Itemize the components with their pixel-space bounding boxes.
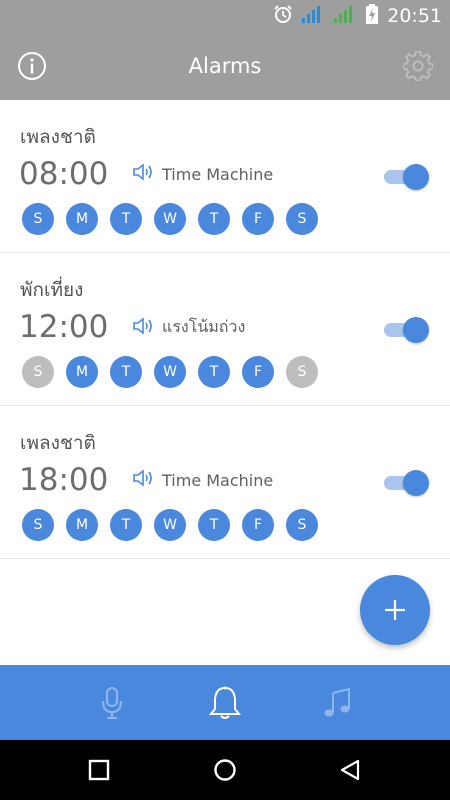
signal-icon [301,4,325,28]
nav-item-bell[interactable] [195,665,255,740]
nav-item-music[interactable] [308,665,368,740]
recent-apps-button[interactable] [69,740,129,800]
square-icon [88,759,110,781]
alarm-toggle[interactable] [384,317,429,343]
day-button[interactable]: M [66,509,98,541]
alarm-sound[interactable]: Time Machine [132,162,273,186]
day-button[interactable]: S [22,356,54,388]
day-button[interactable]: F [242,203,274,235]
day-button[interactable]: T [110,203,142,235]
day-button[interactable]: S [286,203,318,235]
day-button[interactable]: M [66,356,98,388]
alarm-list: เพลงชาติ 08:00 Time Machine S M T W T F … [0,100,450,559]
day-button[interactable]: S [22,203,54,235]
signal-icon [333,4,357,28]
back-triangle-icon [340,759,360,781]
day-button[interactable]: W [154,509,186,541]
status-time: 20:51 [387,5,442,27]
gear-icon[interactable] [402,50,434,83]
app-bar: Alarms [0,32,450,100]
day-button[interactable]: T [198,203,230,235]
alarm-sound[interactable]: Time Machine [132,468,273,492]
alarm-name: พักเที่ยง [20,279,84,301]
nav-item-microphone[interactable] [82,665,142,740]
sound-label: แรงโน้มถ่วง [162,317,246,336]
day-button[interactable]: W [154,356,186,388]
day-button[interactable]: T [110,509,142,541]
alarm-card[interactable]: เพลงชาติ 18:00 Time Machine S M T W T F … [0,406,450,559]
home-button[interactable] [195,740,255,800]
day-button[interactable]: F [242,356,274,388]
page-title: Alarms [188,54,262,78]
speaker-icon [132,316,154,340]
speaker-icon [132,162,154,186]
day-button[interactable]: F [242,509,274,541]
day-button[interactable]: M [66,203,98,235]
day-selector: S M T W T F S [22,356,318,388]
alarm-name: เพลงชาติ [20,432,96,454]
sound-label: Time Machine [162,164,274,184]
alarm-name: เพลงชาติ [20,126,96,148]
bottom-nav [0,665,450,740]
plus-icon [385,600,405,620]
alarm-toggle[interactable] [384,470,429,496]
circle-icon [214,759,236,781]
add-alarm-button[interactable] [360,575,430,645]
sound-label: Time Machine [162,470,274,490]
day-button[interactable]: S [286,356,318,388]
day-selector: S M T W T F S [22,509,318,541]
alarm-card[interactable]: พักเที่ยง 12:00 แรงโน้มถ่วง S M T W T F … [0,253,450,406]
day-button[interactable]: T [110,356,142,388]
day-button[interactable]: S [286,509,318,541]
bell-icon [208,686,242,719]
alarm-toggle[interactable] [384,164,429,190]
alarm-time[interactable]: 08:00 [19,156,108,192]
back-button[interactable] [320,740,380,800]
microphone-icon [102,686,122,719]
day-button[interactable]: T [198,509,230,541]
speaker-icon [132,468,154,492]
status-bar: 20:51 [0,0,450,32]
alarm-card[interactable]: เพลงชาติ 08:00 Time Machine S M T W T F … [0,100,450,253]
battery-charging-icon [365,3,379,29]
day-button[interactable]: W [154,203,186,235]
day-selector: S M T W T F S [22,203,318,235]
alarm-time[interactable]: 12:00 [19,309,108,345]
day-button[interactable]: S [22,509,54,541]
alarm-time[interactable]: 18:00 [19,462,108,498]
day-button[interactable]: T [198,356,230,388]
music-note-icon [324,687,350,716]
alarm-sound[interactable]: แรงโน้มถ่วง [132,315,245,340]
system-nav-bar [0,740,450,800]
alarm-clock-icon [273,4,293,28]
